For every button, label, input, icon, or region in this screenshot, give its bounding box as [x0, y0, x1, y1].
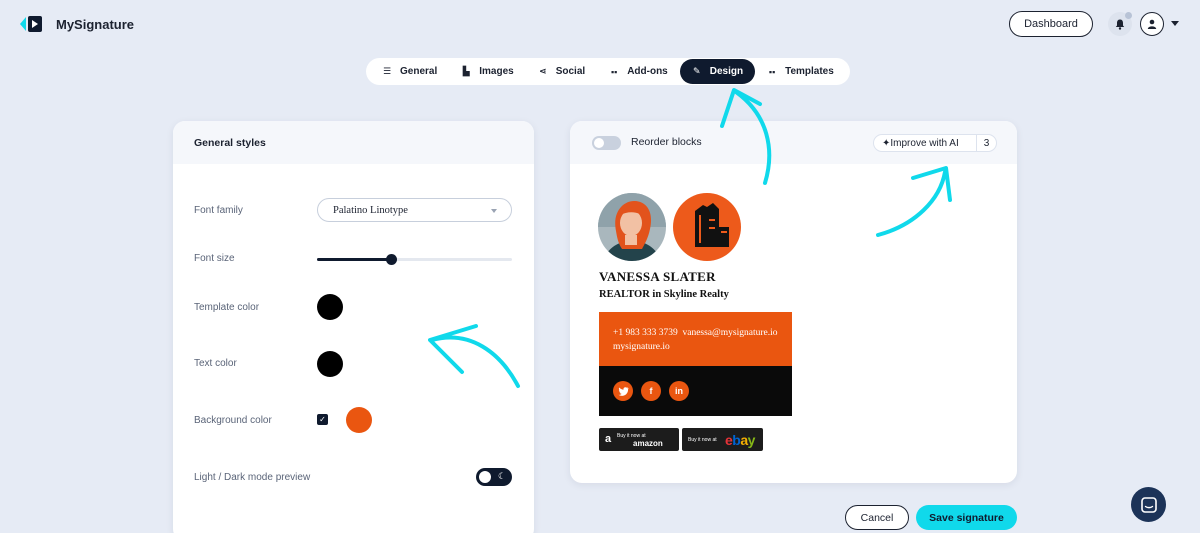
amazon-logo-icon: a	[605, 433, 612, 445]
background-color-swatch[interactable]	[346, 407, 372, 433]
chat-icon	[1140, 496, 1157, 513]
font-family-label: Font family	[194, 205, 243, 216]
ebay-logo: ebay	[725, 432, 755, 448]
template-color-label: Template color	[194, 302, 260, 313]
moon-icon: ☾	[498, 471, 507, 481]
background-color-checkbox[interactable]: ✓	[317, 414, 328, 425]
chat-support-button[interactable]	[1131, 487, 1166, 522]
toggle-knob	[594, 138, 604, 148]
preview-toolbar: Reorder blocks ✦Improve with AI 3	[570, 121, 1017, 164]
tab-general[interactable]: ☰ General	[370, 59, 449, 84]
font-family-value: Palatino Linotype	[333, 204, 408, 216]
dark-mode-toggle[interactable]: ☾	[476, 468, 512, 486]
chevron-down-icon	[491, 209, 497, 213]
ebay-badge[interactable]: Buy it now at ebay	[682, 428, 763, 451]
profile-photo-image	[598, 193, 666, 261]
notification-dot	[1125, 12, 1132, 19]
app-logo[interactable]: MySignature	[20, 14, 134, 34]
contact-block: +1 983 333 3739 vanessa@mysignature.io m…	[599, 312, 792, 366]
tab-images[interactable]: ▙ Images	[449, 59, 525, 84]
font-family-select[interactable]: Palatino Linotype	[317, 198, 512, 222]
social-block: f in	[599, 366, 792, 416]
facebook-icon[interactable]: f	[641, 381, 661, 401]
ai-count: 3	[976, 135, 996, 151]
tab-design[interactable]: ✎ Design	[679, 59, 756, 84]
building-logo-icon	[695, 203, 729, 247]
background-color-label: Background color	[194, 415, 272, 426]
reorder-label: Reorder blocks	[631, 136, 702, 148]
signature-website: mysignature.io	[613, 342, 670, 352]
dark-mode-label: Light / Dark mode preview	[194, 472, 311, 483]
amazon-badge[interactable]: Buy it now at a amazon	[599, 428, 679, 451]
general-styles-panel: General styles Font family Palatino Lino…	[173, 121, 534, 533]
grid-icon: ▪▪	[610, 66, 618, 77]
ai-label: ✦Improve with AI	[882, 137, 959, 149]
save-signature-button[interactable]: Save signature	[916, 505, 1017, 530]
font-size-slider[interactable]	[317, 254, 512, 265]
bell-icon	[1115, 19, 1125, 30]
account-button[interactable]	[1140, 12, 1164, 36]
user-icon	[1147, 19, 1157, 29]
signature-title: REALTOR in Skyline Realty	[599, 289, 729, 300]
tab-add-ons[interactable]: ▪▪ Add-ons	[597, 59, 680, 84]
logo-icon	[20, 16, 42, 32]
signature-name: VANESSA SLATER	[599, 269, 716, 284]
toggle-knob	[479, 471, 491, 483]
tab-templates[interactable]: ▪▪ Templates	[755, 59, 846, 84]
grid-icon: ▪▪	[768, 66, 776, 77]
tab-social[interactable]: ⋖ Social	[526, 59, 597, 84]
signature-preview-panel: Reorder blocks ✦Improve with AI 3 VANESS…	[570, 121, 1017, 483]
profile-photo	[598, 193, 666, 261]
template-color-swatch[interactable]	[317, 294, 343, 320]
cancel-button[interactable]: Cancel	[845, 505, 909, 530]
text-color-label: Text color	[194, 358, 237, 369]
company-logo	[673, 193, 741, 261]
text-color-swatch[interactable]	[317, 351, 343, 377]
signature-email: vanessa@mysignature.io	[682, 328, 778, 338]
image-icon: ▙	[462, 66, 470, 76]
font-size-label: Font size	[194, 253, 235, 264]
reorder-toggle[interactable]	[592, 136, 621, 150]
share-icon: ⋖	[538, 66, 547, 76]
panel-title: General styles	[173, 121, 534, 164]
contact-line: +1 983 333 3739 vanessa@mysignature.io	[613, 326, 792, 340]
improve-with-ai-button[interactable]: ✦Improve with AI 3	[873, 134, 997, 152]
lines-icon: ☰	[382, 66, 392, 76]
signature-phone: +1 983 333 3739	[613, 328, 678, 338]
slider-fill	[317, 258, 392, 261]
app-name: MySignature	[56, 16, 135, 32]
account-menu-caret[interactable]	[1171, 21, 1179, 26]
brush-icon: ✎	[692, 66, 701, 76]
dashboard-button[interactable]: Dashboard	[1009, 11, 1093, 37]
twitter-icon[interactable]	[613, 381, 633, 401]
slider-thumb[interactable]	[385, 254, 397, 265]
linkedin-icon[interactable]: in	[669, 381, 689, 401]
editor-tabs: ☰ General ▙ Images ⋖ Social ▪▪ Add-ons ✎…	[366, 58, 850, 85]
